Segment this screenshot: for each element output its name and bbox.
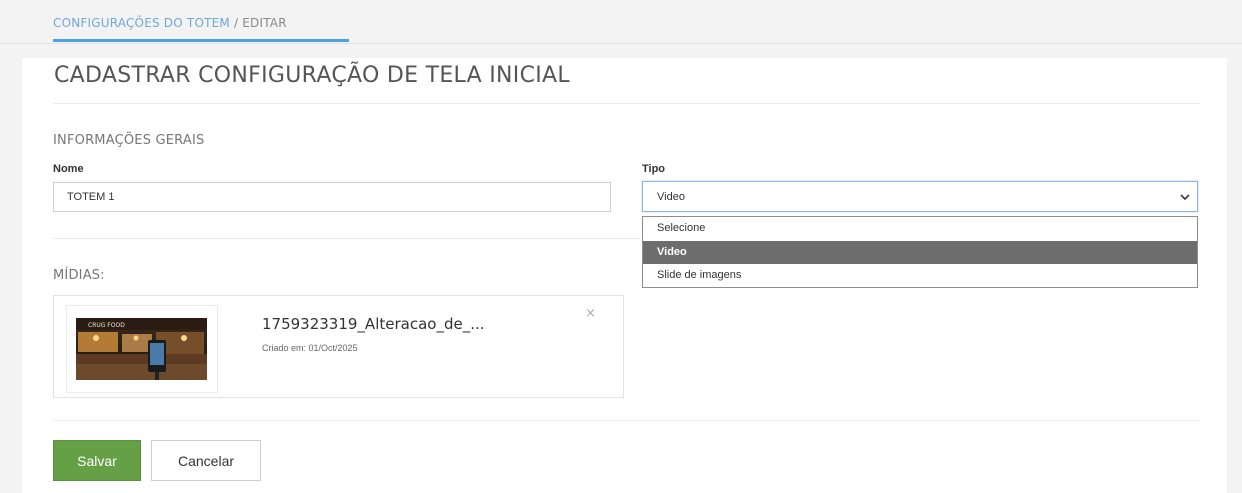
type-label: Tipo [642,163,666,175]
type-select[interactable]: Video [642,181,1198,212]
breadcrumb-current: EDITAR [242,16,287,30]
page-title: CADASTRAR CONFIGURAÇÃO DE TELA INICIAL [54,63,570,88]
breadcrumb-active-underline [53,39,349,42]
media-created-date: Criado em: 01/Oct/2025 [262,343,358,353]
cancel-button[interactable]: Cancelar [151,440,261,481]
media-thumbnail-logo-text: CRUG FOOD [88,322,125,329]
section-divider [53,238,641,239]
save-button[interactable]: Salvar [53,440,141,481]
name-input[interactable] [53,182,611,212]
general-info-heading: INFORMAÇÕES GERAIS [53,133,205,148]
media-file-name: 1759323319_Alteracao_de_... [262,315,485,333]
breadcrumb: CONFIGURAÇÕES DO TOTEM / EDITAR [53,16,287,30]
breadcrumb-link-totem-config[interactable]: CONFIGURAÇÕES DO TOTEM [53,16,230,30]
name-label: Nome [53,163,84,175]
media-heading: MÍDIAS: [53,268,105,283]
close-icon[interactable]: × [585,306,596,321]
chevron-down-icon [1180,194,1190,201]
breadcrumb-separator: / [229,16,243,30]
type-option-slide-de-imagens[interactable]: Slide de imagens [643,264,1197,287]
media-thumbnail-image: CRUG FOOD [76,318,207,380]
actions-divider [53,420,1200,421]
title-divider [53,103,1200,104]
type-dropdown-list: Selecione Video Slide de imagens [642,216,1198,288]
type-option-video[interactable]: Video [643,241,1197,264]
type-option-selecione[interactable]: Selecione [643,217,1197,240]
type-select-value: Video [657,191,685,203]
media-thumbnail[interactable]: CRUG FOOD [76,318,207,380]
